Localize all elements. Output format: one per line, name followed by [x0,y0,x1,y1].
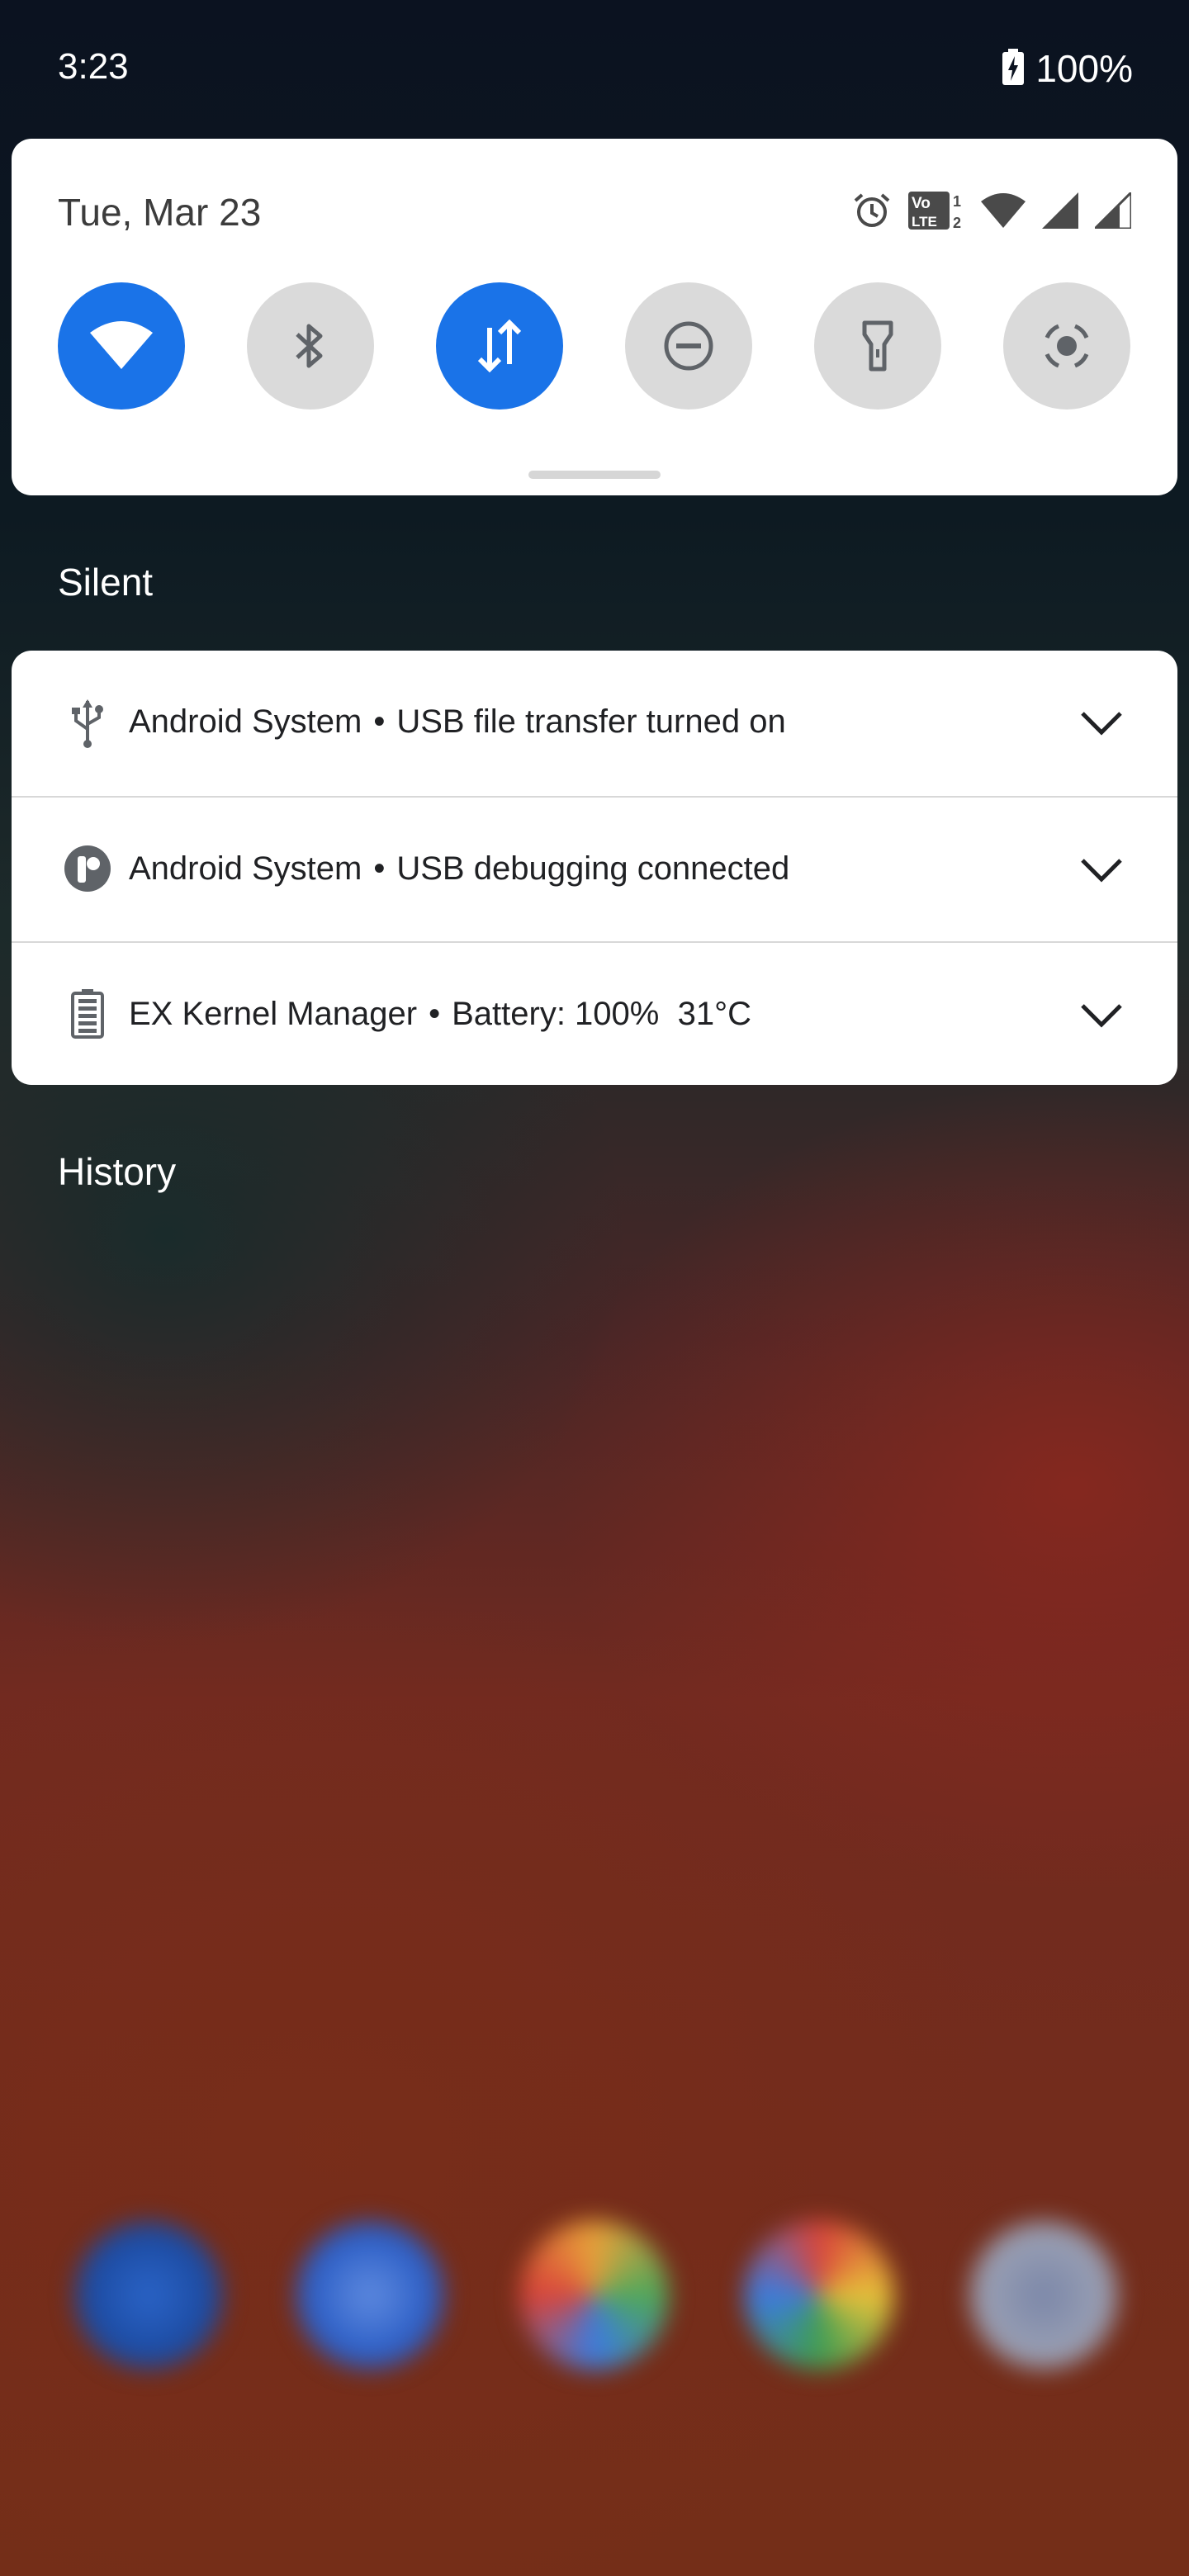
wifi-icon [90,321,153,369]
notification-list: Android System • USB file transfer turned … [12,651,1177,1085]
flashlight-tile[interactable] [814,282,941,410]
notification-text: Android System • USB debugging connected [129,850,789,888]
volte-top-text: Vo [912,195,931,212]
mobile-data-tile[interactable] [436,282,563,410]
notification-body: USB file transfer turned on [396,703,786,740]
auto-rotate-icon [1045,324,1089,368]
messages-app-icon [296,2221,444,2370]
notification-app: Android System [129,703,362,740]
home-dock-blurred [0,2213,1189,2378]
notification-battery[interactable]: EX Kernel Manager • Battery: 100% 31°C [12,941,1177,1085]
battery-charging-icon [1002,48,1025,89]
wifi-signal-icon [981,193,1026,232]
notification-text: Android System • USB file transfer turned … [129,703,786,741]
camera-app-icon [969,2221,1118,2370]
phone-app-icon [74,2221,223,2370]
usb-icon [54,690,121,756]
mobile-data-icon [477,320,522,372]
qs-expand-handle[interactable] [528,471,661,479]
cell-signal-icon [1042,192,1078,233]
expand-chevron-icon[interactable] [1077,991,1126,1040]
notification-app: EX Kernel Manager [129,996,418,1032]
cell-signal-icon [1092,189,1133,233]
notification-separator: • [373,850,386,887]
volte-bottom-text: LTE [912,214,937,230]
qs-date[interactable]: Tue, Mar 23 [58,190,261,234]
volte-sim-sub: 2 [953,215,961,231]
expand-chevron-icon[interactable] [1077,845,1126,895]
notification-app: Android System [129,850,362,887]
volte-icon: Vo LTE 1 2 [908,190,964,235]
status-bar: 3:23 100% [0,0,1189,139]
notification-separator: • [373,703,386,740]
bluetooth-icon [296,324,323,368]
flashlight-icon [862,320,893,372]
notification-usb-transfer[interactable]: Android System • USB file transfer turned … [12,651,1177,796]
notification-usb-debugging[interactable]: Android System • USB debugging connected [12,796,1177,943]
notification-body: Battery: 100% 31°C [452,996,751,1032]
qs-indicator-icons: Vo LTE 1 2 [852,189,1133,235]
notification-text: EX Kernel Manager • Battery: 100% 31°C [129,996,751,1033]
battery-icon [54,981,121,1047]
silent-section-label: Silent [58,561,154,604]
status-right: 100% [1002,46,1133,91]
bluetooth-tile[interactable] [247,282,374,410]
quick-settings-panel: Tue, Mar 23 Vo LTE 1 2 [12,139,1177,495]
history-button[interactable]: History [58,1149,176,1194]
auto-rotate-tile[interactable] [1003,282,1130,410]
do-not-disturb-icon [664,321,713,371]
wifi-tile[interactable] [58,282,185,410]
volte-sim-sup: 1 [953,193,961,210]
status-time: 3:23 [58,46,129,87]
notification-body: USB debugging connected [396,850,790,887]
qs-tiles [58,282,1131,410]
expand-chevron-icon[interactable] [1077,698,1126,748]
adb-icon [54,836,121,902]
notification-separator: • [429,996,441,1032]
photos-app-icon [520,2221,669,2370]
dnd-tile[interactable] [625,282,752,410]
chrome-app-icon [745,2221,893,2370]
battery-percent: 100% [1035,47,1133,90]
alarm-icon [852,191,892,234]
